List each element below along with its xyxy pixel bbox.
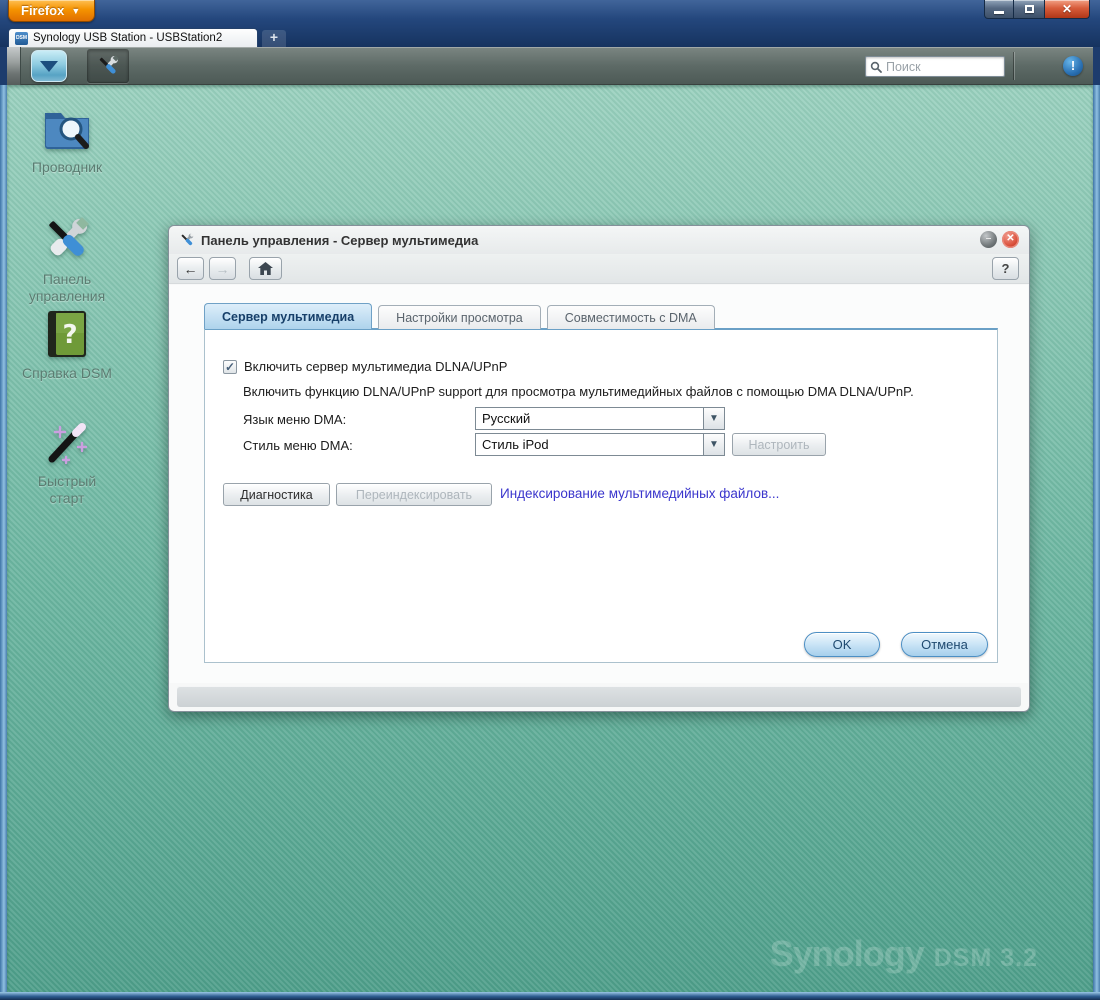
desktop-icon-quick-start[interactable]: Быстрый старт: [19, 417, 115, 507]
chevron-down-icon[interactable]: ▼: [703, 408, 724, 429]
desktop-icon-label: Справка DSM: [22, 365, 112, 381]
watermark-version: DSM 3.2: [933, 944, 1038, 972]
new-tab-button[interactable]: +: [262, 30, 286, 47]
forward-button[interactable]: →: [209, 257, 236, 280]
window-controls: ✕: [984, 0, 1090, 19]
reindex-button[interactable]: Переиндексировать: [336, 483, 492, 506]
diagnose-button[interactable]: Диагностика: [223, 483, 330, 506]
show-desktop-button[interactable]: [7, 47, 21, 85]
control-panel-taskbar-button[interactable]: [87, 49, 129, 83]
tab-browse-settings[interactable]: Настройки просмотра: [378, 305, 541, 329]
maximize-button[interactable]: [1014, 0, 1044, 19]
desktop-icon-file-browser[interactable]: Проводник: [19, 103, 115, 176]
home-button[interactable]: [249, 257, 282, 280]
tab-media-server[interactable]: Сервер мультимедиа: [204, 303, 373, 329]
tools-icon: [99, 55, 119, 74]
dsm-taskbar: !: [7, 47, 1093, 85]
folder-search-icon: [45, 113, 89, 149]
svg-text:?: ?: [62, 320, 77, 350]
close-window-button[interactable]: ✕: [1044, 0, 1090, 19]
minimize-button[interactable]: [984, 0, 1014, 19]
control-panel-dialog: Панель управления - Сервер мультимедиа –…: [168, 225, 1030, 712]
tab-dma-compatibility[interactable]: Совместимость с DMA: [546, 305, 715, 329]
browser-tab-title: Synology USB Station - USBStation2: [33, 32, 223, 44]
dma-style-select[interactable]: Стиль iPod ▼: [475, 433, 725, 456]
desktop-icon-dsm-help[interactable]: ? Справка DSM: [19, 309, 115, 382]
home-icon: [258, 262, 273, 275]
dma-style-value: Стиль iPod: [482, 437, 549, 452]
firefox-menu-button[interactable]: Firefox ▼: [8, 0, 96, 22]
enable-media-server-checkbox[interactable]: ✓: [223, 359, 237, 374]
dsm-favicon-icon: DSM: [15, 31, 28, 45]
dma-language-label: Язык меню DMA:: [243, 412, 347, 427]
desktop-icon-label: Панель управления: [28, 271, 106, 304]
dialog-help-button[interactable]: ?: [992, 257, 1019, 280]
dialog-tabs: Сервер мультимедиа Настройки просмотра С…: [204, 303, 715, 329]
chevron-down-icon[interactable]: ▼: [703, 434, 724, 455]
media-server-description: Включить функцию DLNA/UPnP support для п…: [243, 384, 914, 399]
dma-style-label: Стиль меню DMA:: [243, 438, 353, 453]
ok-button[interactable]: OK: [804, 632, 880, 657]
tools-icon: [49, 217, 89, 256]
browser-titlebar: Firefox ▼ ✕ DSM Synology USB Station - U…: [0, 0, 1100, 47]
maximize-icon: [1024, 5, 1034, 13]
cancel-button[interactable]: Отмена: [901, 632, 988, 657]
chevron-down-icon: ▼: [71, 5, 81, 16]
dialog-title: Панель управления - Сервер мультимедиа: [201, 232, 479, 248]
search-input[interactable]: [886, 59, 986, 74]
dsm-watermark: Synology DSM 3.2: [770, 933, 1038, 975]
close-icon: ✕: [1061, 2, 1073, 16]
main-menu-button[interactable]: [31, 50, 67, 82]
back-button[interactable]: ←: [177, 257, 204, 280]
desktop-icon-label: Проводник: [31, 159, 103, 175]
minimize-icon: [994, 10, 1004, 14]
notification-icon[interactable]: !: [1063, 56, 1083, 76]
desktop-icon-control-panel[interactable]: Панель управления: [19, 213, 115, 305]
magic-wand-icon: [48, 423, 88, 465]
help-book-icon: ?: [48, 311, 86, 357]
arrow-down-icon: [40, 60, 58, 72]
dma-language-select[interactable]: Русский ▼: [475, 407, 725, 430]
window-border-bottom: [0, 992, 1100, 1000]
dma-language-value: Русский: [482, 411, 531, 426]
firefox-menu-label: Firefox: [21, 3, 65, 18]
enable-media-server-label[interactable]: Включить сервер мультимедиа DLNA/UPnP: [244, 359, 507, 374]
media-server-panel: ✓ Включить сервер мультимедиа DLNA/UPnP …: [204, 328, 998, 663]
browser-tab[interactable]: DSM Synology USB Station - USBStation2: [8, 28, 258, 47]
tools-icon: [181, 233, 194, 246]
indexing-status-link[interactable]: Индексирование мультимедийных файлов...: [500, 486, 779, 501]
watermark-brand: Synology: [769, 933, 925, 974]
dsm-desktop: Проводник Панель управления ? Справка DS…: [7, 85, 1093, 992]
window-border-right: [1093, 85, 1100, 992]
window-border-left: [0, 85, 7, 992]
dialog-footer: [177, 686, 1021, 707]
desktop-icon-label: Быстрый старт: [37, 473, 97, 506]
configure-button[interactable]: Настроить: [732, 433, 826, 456]
dialog-nav-bar: ← → ?: [169, 254, 1029, 284]
search-box[interactable]: [865, 56, 1005, 77]
dialog-minimize-button[interactable]: –: [980, 231, 997, 248]
search-icon: [870, 61, 882, 73]
dialog-close-button[interactable]: ✕: [1002, 231, 1019, 248]
taskbar-separator: [1013, 52, 1014, 80]
dialog-titlebar[interactable]: Панель управления - Сервер мультимедиа –…: [169, 226, 1029, 254]
